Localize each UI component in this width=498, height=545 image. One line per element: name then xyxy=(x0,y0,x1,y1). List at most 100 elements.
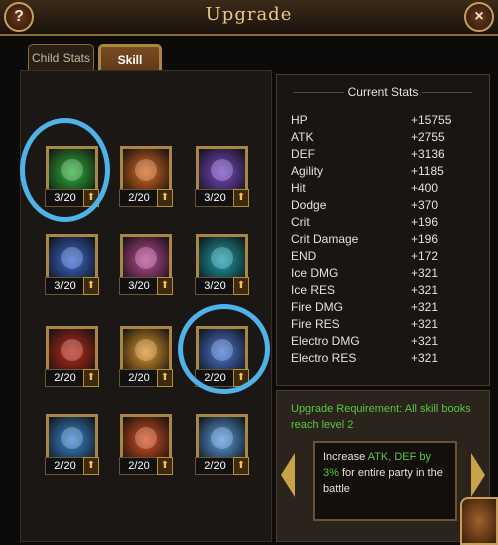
stat-name: Electro DMG xyxy=(291,334,360,348)
skill-slot[interactable]: 2/20 ⬆ xyxy=(119,326,173,387)
skill-level-count: 3/20 xyxy=(45,277,85,295)
stat-value: +172 xyxy=(411,249,439,263)
stat-value: +370 xyxy=(411,198,439,212)
upgrade-arrow-icon[interactable]: ⬆ xyxy=(157,189,173,207)
stat-name: Ice DMG xyxy=(291,266,339,280)
stat-value: +196 xyxy=(411,215,439,229)
stat-row: DEF +3136 xyxy=(291,147,477,163)
stat-row: Crit Damage +196 xyxy=(291,232,477,248)
stat-row: Ice DMG +321 xyxy=(291,266,477,282)
stat-value: +321 xyxy=(411,351,439,365)
stat-value: +400 xyxy=(411,181,439,195)
skill-slot[interactable]: 3/20 ⬆ xyxy=(45,234,99,295)
tab-child-stats[interactable]: Child Stats xyxy=(28,44,94,70)
stat-value: +15755 xyxy=(411,113,452,127)
stat-value: +321 xyxy=(411,317,439,331)
skill-level-count: 2/20 xyxy=(195,457,235,475)
stat-name: Dodge xyxy=(291,198,327,212)
desc-highlight-pct: 3% xyxy=(323,467,339,479)
book-icon[interactable] xyxy=(460,497,498,545)
stat-name: ATK xyxy=(291,130,314,144)
skill-level-count: 3/20 xyxy=(195,189,235,207)
stat-row: ATK +2755 xyxy=(291,130,477,146)
lightning-icon xyxy=(211,427,233,449)
stat-value: +321 xyxy=(411,283,439,297)
golden-blade-icon xyxy=(135,339,157,361)
current-stats-panel: Current Stats HP +15755 ATK +2755 DEF +3136 Ag… xyxy=(276,74,490,386)
skill-slot[interactable]: 3/20 ⬆ xyxy=(195,234,249,295)
upgrade-arrow-icon[interactable]: ⬆ xyxy=(233,457,249,475)
skill-slot[interactable]: 3/20 ⬆ xyxy=(195,146,249,207)
next-arrow-icon[interactable] xyxy=(471,453,485,497)
desc-prefix: Increase xyxy=(323,451,368,463)
upgrade-arrow-icon[interactable]: ⬆ xyxy=(157,457,173,475)
stat-row: Dodge +370 xyxy=(291,198,477,214)
close-button[interactable]: × xyxy=(464,2,494,32)
upgrade-arrow-icon[interactable]: ⬆ xyxy=(157,369,173,387)
stat-row: Agility +1185 xyxy=(291,164,477,180)
upgrade-arrow-icon[interactable]: ⬆ xyxy=(83,457,99,475)
stat-value: +1185 xyxy=(411,164,444,178)
teal-figure-icon xyxy=(211,247,233,269)
stat-row: Electro RES +321 xyxy=(291,351,477,367)
upgrade-requirement-panel: Upgrade Requirement: All skill books rea… xyxy=(276,390,490,542)
purple-shield-icon xyxy=(211,159,233,181)
stat-value: +321 xyxy=(411,266,439,280)
stat-name: Crit xyxy=(291,215,310,229)
annotation-circle xyxy=(178,304,270,394)
stat-row: Hit +400 xyxy=(291,181,477,197)
skill-slot[interactable]: 2/20 ⬆ xyxy=(45,414,99,475)
skill-level-count: 3/20 xyxy=(119,277,159,295)
stat-row: Fire RES +321 xyxy=(291,317,477,333)
stat-name: Ice RES xyxy=(291,283,336,297)
help-button[interactable]: ? xyxy=(4,2,34,32)
skill-level-count: 2/20 xyxy=(45,457,85,475)
stat-name: Crit Damage xyxy=(291,232,359,246)
skill-description: Increase ATK, DEF by 3% for entire party … xyxy=(313,441,457,521)
stat-row: Ice RES +321 xyxy=(291,283,477,299)
skill-level-count: 2/20 xyxy=(119,369,159,387)
stat-name: Fire RES xyxy=(291,317,340,331)
stat-row: Fire DMG +321 xyxy=(291,300,477,316)
stat-value: +321 xyxy=(411,300,439,314)
pink-skull-icon xyxy=(135,247,157,269)
stat-value: +2755 xyxy=(411,130,445,144)
upgrade-arrow-icon[interactable]: ⬆ xyxy=(83,369,99,387)
skill-level-count: 3/20 xyxy=(195,277,235,295)
skill-slot[interactable]: 3/20 ⬆ xyxy=(119,234,173,295)
title-bar: Upgrade ? × xyxy=(0,0,498,36)
stat-row: HP +15755 xyxy=(291,113,477,129)
skill-level-count: 2/20 xyxy=(45,369,85,387)
upgrade-arrow-icon[interactable]: ⬆ xyxy=(233,189,249,207)
upgrade-arrow-icon[interactable]: ⬆ xyxy=(157,277,173,295)
stat-name: Fire DMG xyxy=(291,300,343,314)
ice-crystal-icon xyxy=(61,427,83,449)
stat-name: Hit xyxy=(291,181,306,195)
upgrade-arrow-icon[interactable]: ⬆ xyxy=(83,277,99,295)
skill-slot[interactable]: 2/20 ⬆ xyxy=(119,414,173,475)
upgrade-arrow-icon[interactable]: ⬆ xyxy=(233,277,249,295)
stat-row: Crit +196 xyxy=(291,215,477,231)
previous-arrow-icon[interactable] xyxy=(281,453,295,497)
stat-name: HP xyxy=(291,113,308,127)
stat-value: +196 xyxy=(411,232,439,246)
stats-title: Current Stats xyxy=(277,85,489,99)
stat-name: END xyxy=(291,249,317,263)
stat-value: +321 xyxy=(411,334,439,348)
flame-icon xyxy=(135,427,157,449)
stat-name: Agility xyxy=(291,164,324,178)
desc-highlight-stats: ATK, DEF by xyxy=(367,451,432,463)
fire-sword-icon xyxy=(135,159,157,181)
stat-name: DEF xyxy=(291,147,315,161)
skill-level-count: 2/20 xyxy=(119,189,159,207)
annotation-circle xyxy=(20,118,110,222)
stat-name: Electro RES xyxy=(291,351,357,365)
window-title: Upgrade xyxy=(205,4,293,25)
upgrade-requirement-text: Upgrade Requirement: All skill books rea… xyxy=(291,403,471,431)
skill-slot[interactable]: 2/20 ⬆ xyxy=(45,326,99,387)
skill-slot[interactable]: 2/20 ⬆ xyxy=(195,414,249,475)
stat-value: +3136 xyxy=(411,147,445,161)
skill-slot[interactable]: 2/20 ⬆ xyxy=(119,146,173,207)
stat-row: Electro DMG +321 xyxy=(291,334,477,350)
desc-suffix: for entire party in the battle xyxy=(323,467,443,495)
